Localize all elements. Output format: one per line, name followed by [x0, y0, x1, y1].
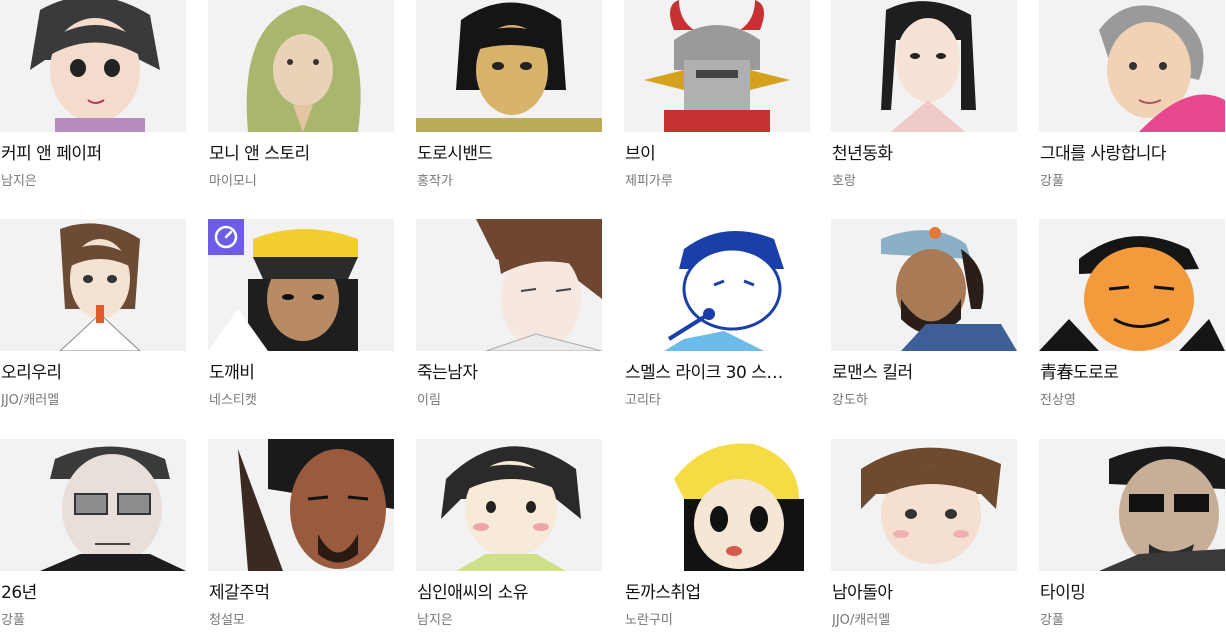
- webtoon-card[interactable]: 스멜스 라이크 30 스… 고리타: [624, 219, 810, 423]
- webtoon-title[interactable]: 타이밍: [1040, 582, 1224, 604]
- webtoon-title[interactable]: 모니 앤 스토리: [209, 143, 393, 165]
- yellow-hat-girl-thumbnail[interactable]: [624, 439, 810, 571]
- webtoon-card[interactable]: 로맨스 킬러 강도하: [831, 219, 1017, 423]
- webtoon-author: 전상영: [1040, 393, 1076, 408]
- webtoon-author: 마이모니: [209, 174, 257, 189]
- webtoon-title[interactable]: 천년동화: [832, 143, 1016, 165]
- shaggy-hair-boy-thumbnail[interactable]: [831, 439, 1017, 571]
- webtoon-title[interactable]: 돈까스취업: [625, 582, 809, 604]
- webtoon-card[interactable]: 그대를 사랑합니다 강풀: [1039, 0, 1225, 204]
- webtoon-title[interactable]: 青春도로로: [1040, 362, 1224, 384]
- webtoon-author: 제피가루: [625, 174, 673, 189]
- webtoon-author: 강풀: [1040, 613, 1064, 628]
- webtoon-title[interactable]: 오리우리: [1, 362, 185, 384]
- horned-robot-thumbnail[interactable]: [624, 0, 810, 132]
- webtoon-card[interactable]: 천년동화 호랑: [831, 0, 1017, 204]
- long-bangs-man-thumbnail[interactable]: [416, 219, 602, 351]
- webtoon-card[interactable]: 도깨비 네스티캣: [208, 219, 394, 423]
- webtoon-card[interactable]: 브이 제피가루: [624, 0, 810, 204]
- webtoon-title[interactable]: 커피 앤 페이퍼: [1, 143, 185, 165]
- webtoon-author: JJO/캐러멜: [1, 393, 60, 408]
- smiling-tanned-man-thumbnail[interactable]: [1039, 219, 1225, 351]
- webtoon-title[interactable]: 로맨스 킬러: [832, 362, 1016, 384]
- webtoon-card[interactable]: 제갈주먹 청설모: [208, 439, 394, 643]
- webtoon-author: 강도하: [832, 393, 868, 408]
- webtoon-title[interactable]: 브이: [625, 143, 809, 165]
- girl-bob-hair-thumbnail[interactable]: [0, 0, 186, 132]
- webtoon-card[interactable]: 죽는남자 이림: [416, 219, 602, 423]
- webtoon-card[interactable]: 오리우리 JJO/캐러멜: [0, 219, 186, 423]
- blushing-girl-thumbnail[interactable]: [416, 439, 602, 571]
- bearded-man-cap-thumbnail[interactable]: [831, 219, 1017, 351]
- short-black-hair-woman-thumbnail[interactable]: [416, 0, 602, 132]
- webtoon-card[interactable]: 커피 앤 페이퍼 남지은: [0, 0, 186, 204]
- webtoon-author: 네스티캣: [209, 393, 257, 408]
- webtoon-card[interactable]: 타이밍 강풀: [1039, 439, 1225, 643]
- glasses-man-thumbnail[interactable]: [0, 439, 186, 571]
- webtoon-title[interactable]: 도깨비: [209, 362, 393, 384]
- webtoon-card[interactable]: 모니 앤 스토리 마이모니: [208, 0, 394, 204]
- webtoon-card[interactable]: 심인애씨의 소유 남지은: [416, 439, 602, 643]
- webtoon-card[interactable]: 도로시밴드 홍작가: [416, 0, 602, 204]
- webtoon-author: 남지은: [1, 174, 37, 189]
- webtoon-author: 청설모: [209, 613, 245, 628]
- capped-boy-thumbnail[interactable]: [208, 219, 394, 351]
- clock-badge-icon: [208, 219, 244, 255]
- webtoon-title[interactable]: 남아돌아: [832, 582, 1016, 604]
- webtoon-card[interactable]: 남아돌아 JJO/캐러멜: [831, 439, 1017, 643]
- webtoon-title[interactable]: 제갈주먹: [209, 582, 393, 604]
- grandmother-thumbnail[interactable]: [1039, 0, 1225, 132]
- webtoon-title[interactable]: 도로시밴드: [417, 143, 601, 165]
- webtoon-title[interactable]: 심인애씨의 소유: [417, 582, 601, 604]
- singing-man-thumbnail[interactable]: [624, 219, 810, 351]
- webtoon-author: 남지은: [417, 613, 453, 628]
- webtoon-title[interactable]: 죽는남자: [417, 362, 601, 384]
- webtoon-author: 노란구미: [625, 613, 673, 628]
- hanbok-girl-thumbnail[interactable]: [831, 0, 1017, 132]
- webtoon-grid: 커피 앤 페이퍼 남지은 모니 앤 스토리 마이모니 도로시밴드 홍작가 브이 …: [0, 0, 1226, 635]
- webtoon-author: 강풀: [1040, 174, 1064, 189]
- webtoon-title[interactable]: 그대를 사랑합니다: [1040, 143, 1224, 165]
- webtoon-author: 이림: [417, 393, 441, 408]
- webtoon-author: 강풀: [1, 613, 25, 628]
- webtoon-card[interactable]: 26년 강풀: [0, 439, 186, 643]
- webtoon-card[interactable]: 青春도로로 전상영: [1039, 219, 1225, 423]
- scarred-warrior-thumbnail[interactable]: [208, 439, 394, 571]
- webtoon-author: 호랑: [832, 174, 856, 189]
- webtoon-author: 홍작가: [417, 174, 453, 189]
- webtoon-author: JJO/캐러멜: [832, 613, 891, 628]
- brown-hair-girl-thumbnail[interactable]: [0, 219, 186, 351]
- webtoon-author: 고리타: [625, 393, 661, 408]
- hooded-doll-thumbnail[interactable]: [208, 0, 394, 132]
- webtoon-title[interactable]: 스멜스 라이크 30 스…: [625, 362, 809, 384]
- sunglasses-man-thumbnail[interactable]: [1039, 439, 1225, 571]
- webtoon-title[interactable]: 26년: [1, 582, 185, 604]
- webtoon-card[interactable]: 돈까스취업 노란구미: [624, 439, 810, 643]
